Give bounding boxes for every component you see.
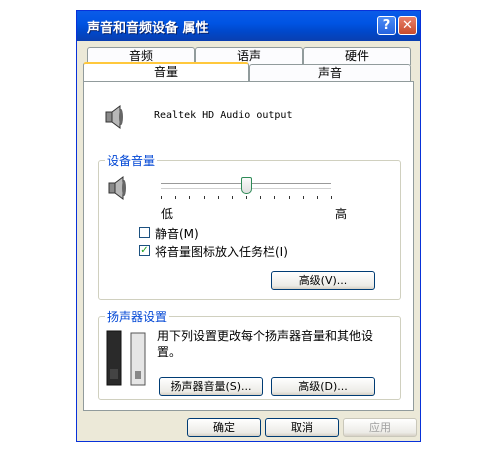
tab-sounds[interactable]: 声音	[249, 64, 411, 82]
volume-speaker-icon	[108, 176, 126, 200]
speaker-volume-button[interactable]: 扬声器音量(S)...	[159, 377, 263, 396]
volume-advanced-button[interactable]: 高级(V)...	[271, 271, 375, 290]
slider-tick	[246, 196, 247, 199]
mute-checkbox[interactable]	[139, 227, 150, 238]
device-volume-group: 设备音量 低 高 静音(M) ✓ 将音量图标放入任务栏(I) 高级(V)...	[98, 152, 401, 300]
close-button[interactable]: ✕	[398, 16, 417, 35]
slider-tick	[189, 196, 190, 199]
high-label: 高	[335, 207, 348, 221]
speaker-settings-group: 扬声器设置 用下列设置更改每个扬声器音量和其他设 置。 扬声器音量(S)... …	[98, 308, 401, 400]
speaker-description-line1: 用下列设置更改每个扬声器音量和其他设	[157, 329, 374, 343]
ok-button[interactable]: 确定	[187, 418, 261, 437]
slider-tick	[175, 196, 176, 199]
help-button[interactable]: ?	[377, 16, 396, 35]
slider-tick	[317, 196, 318, 199]
device-name: Realtek HD Audio output	[154, 110, 293, 121]
speaker-settings-label: 扬声器设置	[105, 308, 170, 325]
slider-tick	[303, 196, 304, 199]
speaker-icon	[105, 105, 123, 129]
device-volume-label: 设备音量	[105, 152, 158, 169]
slider-tick	[331, 196, 332, 199]
slider-tick	[289, 196, 290, 199]
slider-thumb[interactable]	[241, 177, 252, 194]
apply-button[interactable]: 应用	[343, 418, 417, 437]
slider-tick	[232, 196, 233, 199]
slider-tick	[161, 196, 162, 199]
slider-tick	[218, 196, 219, 199]
tray-icon-label: 将音量图标放入任务栏(I)	[155, 245, 288, 259]
speaker-description-line2: 置。	[157, 345, 182, 359]
volume-slider[interactable]	[161, 177, 332, 201]
tab-volume[interactable]: 音量	[83, 62, 249, 82]
window-title: 声音和音频设备 属性	[87, 21, 209, 36]
tray-icon-checkbox[interactable]: ✓	[139, 245, 150, 256]
slider-tick	[204, 196, 205, 199]
low-label: 低	[161, 207, 174, 221]
mute-label: 静音(M)	[155, 227, 199, 241]
speakers-icon	[106, 330, 146, 386]
volume-panel: Realtek HD Audio output 设备音量 低 高 静音(M) ✓…	[83, 81, 414, 411]
slider-tick	[274, 196, 275, 199]
properties-dialog: 声音和音频设备 属性 ? ✕ 音频 语声 硬件 音量 声音 Realtek HD…	[76, 10, 421, 442]
tab-hardware[interactable]: 硬件	[303, 47, 411, 65]
slider-tick	[260, 196, 261, 199]
title-bar[interactable]: 声音和音频设备 属性 ? ✕	[77, 11, 420, 41]
cancel-button[interactable]: 取消	[265, 418, 339, 437]
speaker-advanced-button[interactable]: 高级(D)...	[271, 377, 375, 396]
